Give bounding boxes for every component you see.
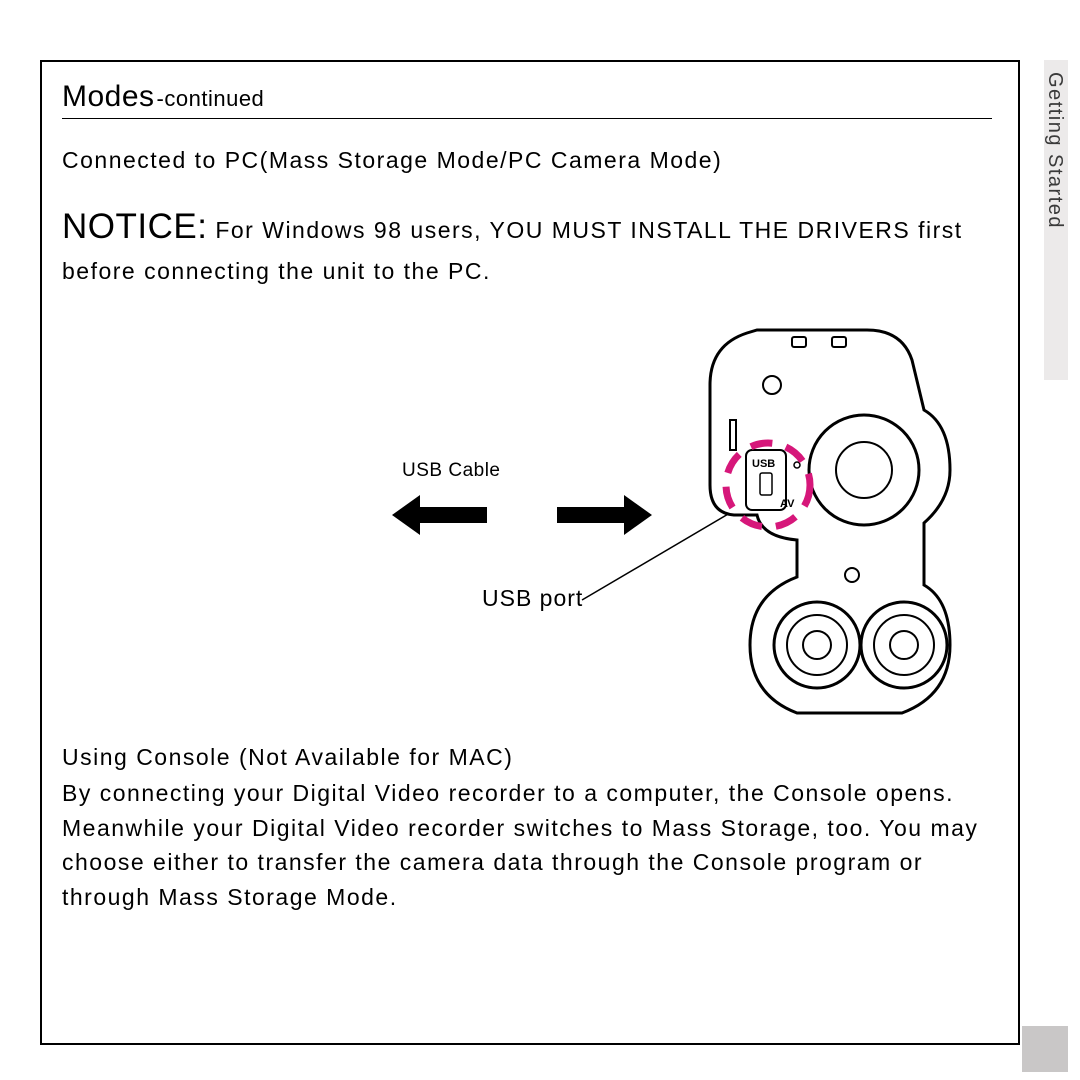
usb-diagram: USB Cable USB port <box>62 320 992 740</box>
manual-page: Getting Started Modes -continued Connect… <box>0 0 1080 1080</box>
port-label-usb: USB <box>752 458 775 470</box>
usb-cable-label: USB Cable <box>402 460 501 482</box>
camera-device-icon: USB AV <box>702 325 952 720</box>
connection-mode-subheading: Connected to PC(Mass Storage Mode/PC Cam… <box>62 147 1002 174</box>
side-tab-label: Getting Started <box>1043 72 1066 229</box>
notice-block: NOTICE: For Windows 98 users, YOU MUST I… <box>62 200 992 290</box>
console-title: Using Console (Not Available for MAC) <box>62 740 992 775</box>
console-section: Using Console (Not Available for MAC) By… <box>62 740 992 915</box>
section-heading: Modes -continued <box>62 80 992 119</box>
page-corner-block <box>1022 1026 1068 1072</box>
notice-word: NOTICE: <box>62 207 207 246</box>
port-label-av: AV <box>780 498 795 510</box>
heading-main: Modes <box>62 80 155 114</box>
usb-port-label: USB port <box>482 585 583 612</box>
console-body: By connecting your Digital Video recorde… <box>62 776 992 914</box>
page-content: Modes -continued Connected to PC(Mass St… <box>62 80 1002 914</box>
heading-continued: -continued <box>157 86 265 112</box>
